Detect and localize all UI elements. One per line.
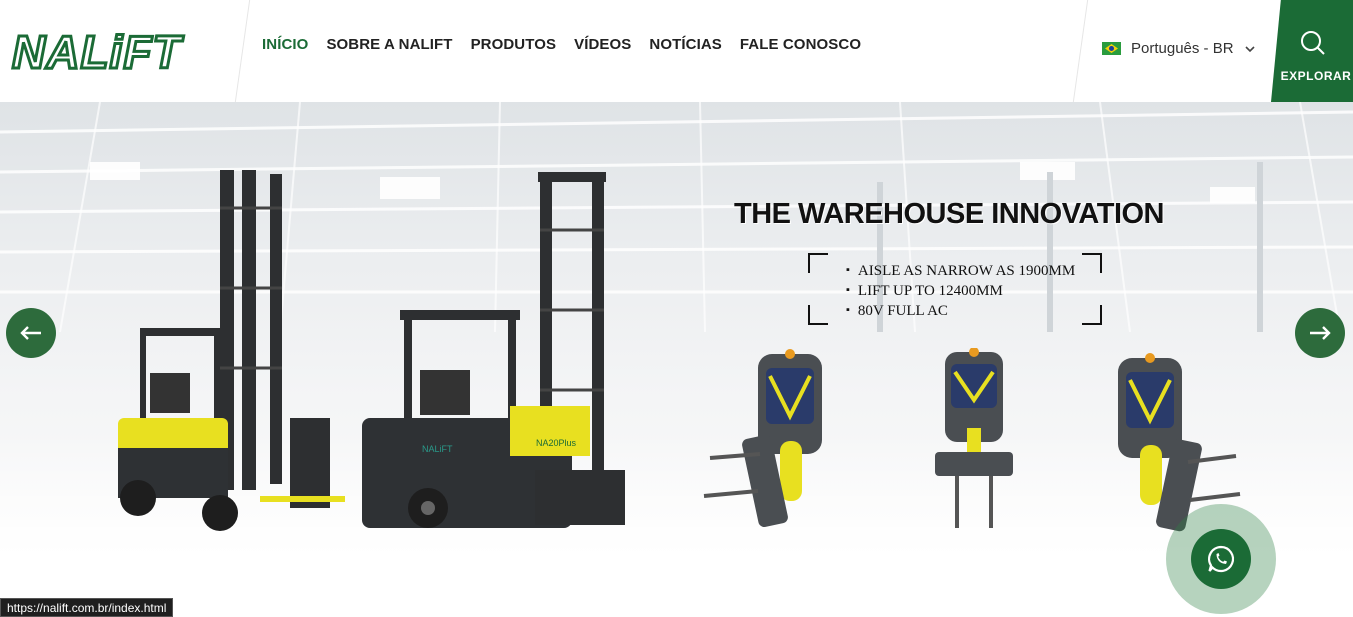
browser-status-url: https://nalift.com.br/index.html: [0, 598, 174, 617]
nav-item-inicio[interactable]: INÍCIO: [262, 36, 308, 53]
explore-button[interactable]: EXPLORAR: [1271, 0, 1353, 102]
arrow-left-icon: [20, 326, 41, 340]
header-divider: [234, 0, 251, 102]
spec-item: LIFT UP TO 12400MM: [846, 282, 1075, 302]
nav-item-noticias[interactable]: NOTÍCIAS: [649, 36, 721, 53]
whatsapp-button[interactable]: [1191, 529, 1251, 589]
corner-bracket: [1082, 305, 1102, 325]
search-icon: [1301, 31, 1325, 55]
page: NALiFT INÍCIO SOBRE A NALIFT PRODUTOS VÍ…: [0, 0, 1353, 617]
spec-box: AISLE AS NARROW AS 1900MM LIFT UP TO 124…: [808, 253, 1102, 325]
hero-slider: NA20Plus NALiFT THE WAREHOUSE INNOVATION…: [0, 102, 1353, 559]
language-selector[interactable]: Português - BR: [1102, 40, 1256, 57]
slider-next-button[interactable]: [1295, 308, 1345, 358]
explore-label: EXPLORAR: [1280, 69, 1352, 83]
chevron-down-icon: [1244, 45, 1255, 52]
articulated-head-image-left: [703, 349, 822, 528]
forklift-image-left: [118, 170, 345, 531]
hero-title: THE WAREHOUSE INNOVATION: [734, 198, 1165, 230]
truck-model-label: NA20Plus: [536, 438, 577, 448]
nav-item-fale-conosco[interactable]: FALE CONOSCO: [740, 36, 861, 53]
corner-bracket: [808, 305, 828, 325]
arrow-right-icon: [1310, 326, 1331, 340]
spec-item: AISLE AS NARROW AS 1900MM: [846, 262, 1075, 282]
spec-item: 80V FULL AC: [846, 302, 1075, 322]
nav-item-produtos[interactable]: PRODUTOS: [471, 36, 557, 53]
truck-brand-label: NALiFT: [422, 444, 453, 454]
logo-text: NALiFT: [12, 26, 184, 76]
corner-bracket: [1082, 253, 1102, 273]
nalift-logo[interactable]: NALiFT: [10, 24, 232, 77]
whatsapp-icon: [1208, 545, 1235, 573]
forklift-image-center: NA20Plus NALiFT: [362, 172, 625, 528]
language-label: Português - BR: [1131, 40, 1234, 57]
slider-prev-button[interactable]: [6, 308, 56, 358]
nav-item-videos[interactable]: VÍDEOS: [574, 36, 631, 53]
articulated-head-image-center: [935, 348, 1013, 528]
corner-bracket: [808, 253, 828, 273]
site-header: NALiFT INÍCIO SOBRE A NALIFT PRODUTOS VÍ…: [0, 0, 1353, 102]
brazil-flag-icon: [1102, 42, 1121, 55]
header-divider-right: [1072, 0, 1089, 102]
content-area: [0, 559, 1353, 617]
spec-list: AISLE AS NARROW AS 1900MM LIFT UP TO 124…: [846, 262, 1075, 322]
nav-item-sobre[interactable]: SOBRE A NALIFT: [326, 36, 452, 53]
main-nav: INÍCIO SOBRE A NALIFT PRODUTOS VÍDEOS NO…: [262, 36, 861, 53]
